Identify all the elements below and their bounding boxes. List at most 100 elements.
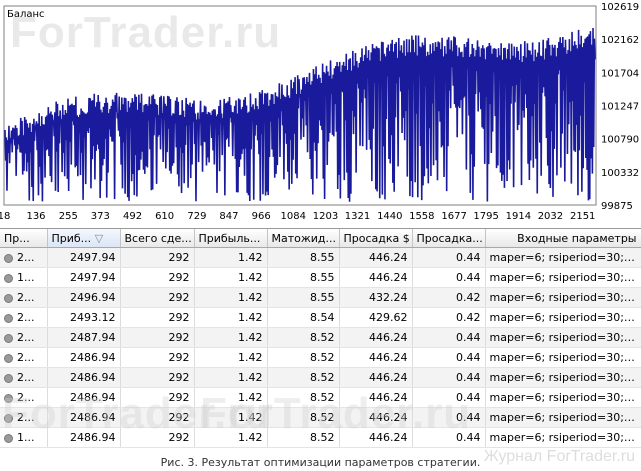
- table-cell: 292: [120, 407, 195, 428]
- column-header[interactable]: Входные параметры: [485, 229, 641, 248]
- table-cell: 8.52: [267, 367, 340, 388]
- x-tick-label: 610: [155, 211, 174, 222]
- table-cell: 1.42: [194, 347, 268, 368]
- status-dot-icon: [4, 253, 13, 263]
- table-cell: 0.44: [412, 407, 486, 428]
- table-cell: 2...: [0, 387, 48, 408]
- table-cell: 446.24: [339, 347, 413, 368]
- balance-chart-svg: Баланс 102619 102162 101704 101247 100790 1003…: [0, 2, 639, 222]
- table-row[interactable]: 2... 2497.94 292 1.42 8.55 446.24 0.44 maper=6;…: [0, 247, 641, 268]
- table-cell: 2...: [0, 247, 48, 268]
- table-cell: 2...: [0, 327, 48, 348]
- column-header[interactable]: Просадка $: [339, 229, 413, 248]
- table-cell: 1.42: [194, 367, 268, 388]
- table-cell: 0.44: [412, 387, 486, 408]
- table-cell: 446.24: [339, 407, 413, 428]
- x-tick-label: 1558: [409, 211, 434, 222]
- table-row[interactable]: 2... 2486.94 292 1.42 8.52 446.24 0.44 maper=6;…: [0, 367, 641, 388]
- table-cell: 0.44: [412, 367, 486, 388]
- credit-watermark: Журнал ForTrader.ru: [483, 448, 635, 465]
- table-cell: 8.52: [267, 347, 340, 368]
- x-tick-label: 255: [59, 211, 78, 222]
- table-cell: 0.44: [412, 347, 486, 368]
- table-cell: 2493.12: [47, 307, 121, 328]
- table-cell: 446.24: [339, 267, 413, 288]
- table-cell: 1.42: [194, 407, 268, 428]
- table-row[interactable]: 1... 2497.94 292 1.42 8.55 446.24 0.44 maper=6;…: [0, 267, 641, 288]
- x-tick-label: 1795: [473, 211, 498, 222]
- status-dot-icon: [4, 313, 13, 323]
- y-tick-label: 101247: [601, 102, 639, 113]
- table-cell: 1.42: [194, 427, 268, 448]
- y-tick-label: 100332: [601, 168, 639, 179]
- table-cell: maper=6; rsiperiod=30; b...: [485, 347, 641, 368]
- status-dot-icon: [4, 413, 13, 423]
- table-cell: 8.52: [267, 387, 340, 408]
- table-cell: 2497.94: [47, 247, 121, 268]
- table-cell: 0.44: [412, 247, 486, 268]
- status-dot-icon: [4, 353, 13, 363]
- table-cell: 2486.94: [47, 407, 121, 428]
- table-cell: 2497.94: [47, 267, 121, 288]
- status-dot-icon: [4, 273, 13, 283]
- table-row[interactable]: 1... 2486.94 292 1.42 8.52 446.24 0.44 maper=6;…: [0, 427, 641, 448]
- table-cell: 8.52: [267, 407, 340, 428]
- table-row[interactable]: 2... 2486.94 292 1.42 8.52 446.24 0.44 maper=6;…: [0, 407, 641, 428]
- table-cell: 1.42: [194, 267, 268, 288]
- table-cell: 1.42: [194, 307, 268, 328]
- table-cell: 1.42: [194, 287, 268, 308]
- table-cell: 2...: [0, 347, 48, 368]
- table-cell: 292: [120, 287, 195, 308]
- chart-label: Баланс: [7, 9, 45, 20]
- table-cell: maper=6; rsiperiod=30; b...: [485, 307, 641, 328]
- y-tick-label: 101704: [601, 68, 639, 79]
- table-cell: maper=6; rsiperiod=30; b...: [485, 327, 641, 348]
- status-dot-icon: [4, 333, 13, 343]
- table-cell: 292: [120, 367, 195, 388]
- x-tick-label: 729: [187, 211, 206, 222]
- table-cell: 292: [120, 267, 195, 288]
- y-tick-label: 100790: [601, 135, 639, 146]
- x-tick-label: 2032: [538, 211, 563, 222]
- x-tick-label: 847: [219, 211, 238, 222]
- table-cell: maper=6; rsiperiod=30; b...: [485, 287, 641, 308]
- table-row[interactable]: 2... 2493.12 292 1.42 8.54 429.62 0.42 maper=6;…: [0, 307, 641, 328]
- column-header[interactable]: Всего сде...: [120, 229, 195, 248]
- table-cell: 1...: [0, 427, 48, 448]
- table-cell: 8.55: [267, 267, 340, 288]
- table-cell: 432.24: [339, 287, 413, 308]
- sort-descending-icon: ▽: [94, 231, 104, 245]
- table-cell: 0.42: [412, 307, 486, 328]
- table-row[interactable]: 2... 2486.94 292 1.42 8.52 446.24 0.44 maper=6;…: [0, 347, 641, 368]
- status-dot-icon: [4, 293, 13, 303]
- table-cell: maper=6; rsiperiod=30; b...: [485, 267, 641, 288]
- table-body: 2... 2497.94 292 1.42 8.55 446.24 0.44 maper=6;…: [0, 247, 641, 448]
- table-row[interactable]: 2... 2496.94 292 1.42 8.55 432.24 0.42 maper=6;…: [0, 287, 641, 308]
- status-dot-icon: [4, 433, 13, 443]
- results-table: Пр... Приб... ▽ Всего сде... Прибыль... Мато…: [0, 229, 641, 448]
- table-cell: 8.55: [267, 287, 340, 308]
- balance-chart: Баланс 102619 102162 101704 101247 100790 1003…: [0, 0, 641, 225]
- column-header[interactable]: Матожид...: [267, 229, 340, 248]
- x-tick-label: 1677: [441, 211, 466, 222]
- table-cell: maper=6; rsiperiod=30; b...: [485, 367, 641, 388]
- column-header[interactable]: Пр...: [0, 229, 48, 248]
- table-cell: 292: [120, 307, 195, 328]
- x-tick-label: 1440: [377, 211, 402, 222]
- table-cell: 292: [120, 387, 195, 408]
- column-header[interactable]: Просадка...: [412, 229, 486, 248]
- table-row[interactable]: 2... 2486.94 292 1.42 8.52 446.24 0.44 maper=6;…: [0, 387, 641, 408]
- table-cell: 8.55: [267, 247, 340, 268]
- status-dot-icon: [4, 393, 13, 403]
- column-header[interactable]: Прибыль...: [194, 229, 268, 248]
- table-cell: 292: [120, 327, 195, 348]
- column-header[interactable]: Приб... ▽: [47, 229, 121, 248]
- x-tick-label: 1203: [313, 211, 338, 222]
- table-cell: 429.62: [339, 307, 413, 328]
- y-tick-label: 102162: [601, 35, 639, 46]
- y-tick-label: 102619: [601, 2, 639, 13]
- table-cell: 0.42: [412, 287, 486, 308]
- table-row[interactable]: 2... 2487.94 292 1.42 8.52 446.24 0.44 maper=6;…: [0, 327, 641, 348]
- status-dot-icon: [4, 373, 13, 383]
- table-cell: 1.42: [194, 327, 268, 348]
